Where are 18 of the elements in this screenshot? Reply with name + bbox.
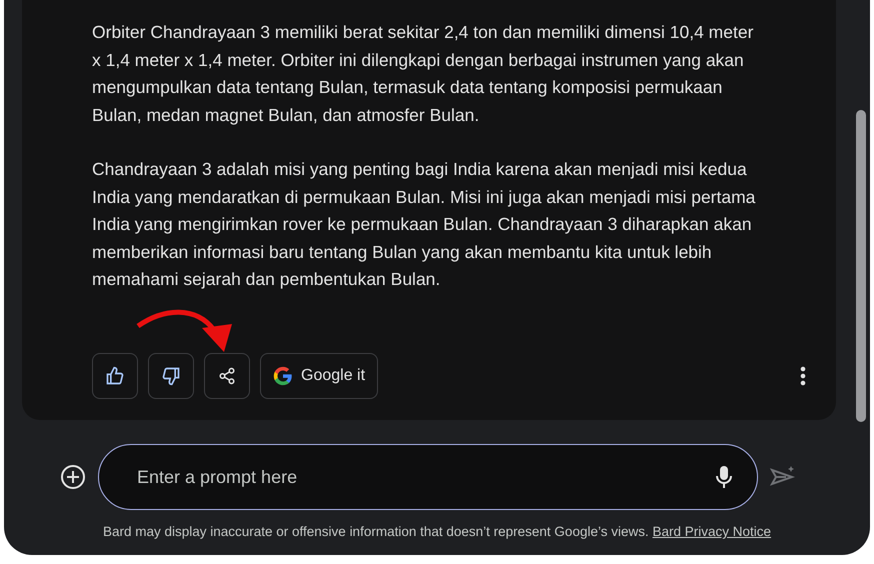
share-button[interactable] [204,353,250,399]
privacy-notice-link[interactable]: Bard Privacy Notice [652,524,772,539]
response-paragraph: Chandrayaan 3 adalah misi yang penting bagi India karena akan menjadi misi kedua India yang mendaratkan di permukaan Bulan. Misi ini juga akan menjadi misi pertama India yang mengirimkan rover ke permukaan Bulan. Chandrayaan 3 diharapkan akan memberikan informasi baru tentang Bulan yang akan membantu kita untuk lebih memahami sejarah dan pembentukan Bulan. [92,158,756,291]
thumbs-up-icon [105,366,125,386]
microphone-icon[interactable] [715,465,733,489]
share-icon [218,367,236,385]
scrollbar-thumb[interactable] [856,110,866,422]
prompt-bar[interactable]: Enter a prompt here [98,444,758,510]
more-options-icon[interactable] [800,366,806,386]
google-it-button[interactable]: Google it [260,353,378,399]
g-logo-icon [273,366,293,386]
response-paragraph: Orbiter Chandrayaan 3 memiliki berat sekitar 2,4 ton dan memiliki dimensi 10,4 meter x 1,4 meter x 1,4 meter. Orbiter ini dilengkapi dengan berbagai instrumen yang akan mengumpulkan data tentang Bulan, termasuk data tentang komposisi permukaan Bulan, medan magnet Bulan, dan atmosfer Bulan. [92,21,754,127]
thumbs-up-button[interactable] [92,353,138,399]
prompt-field[interactable]: Enter a prompt here [135,466,715,488]
disclaimer-text: Bard may display inaccurate or offensive information that doesn’t represent Google’s views. Bard Privacy Notice [102,524,772,539]
thumbs-down-icon [161,366,181,386]
thumbs-down-button[interactable] [148,353,194,399]
add-icon[interactable] [60,464,86,490]
